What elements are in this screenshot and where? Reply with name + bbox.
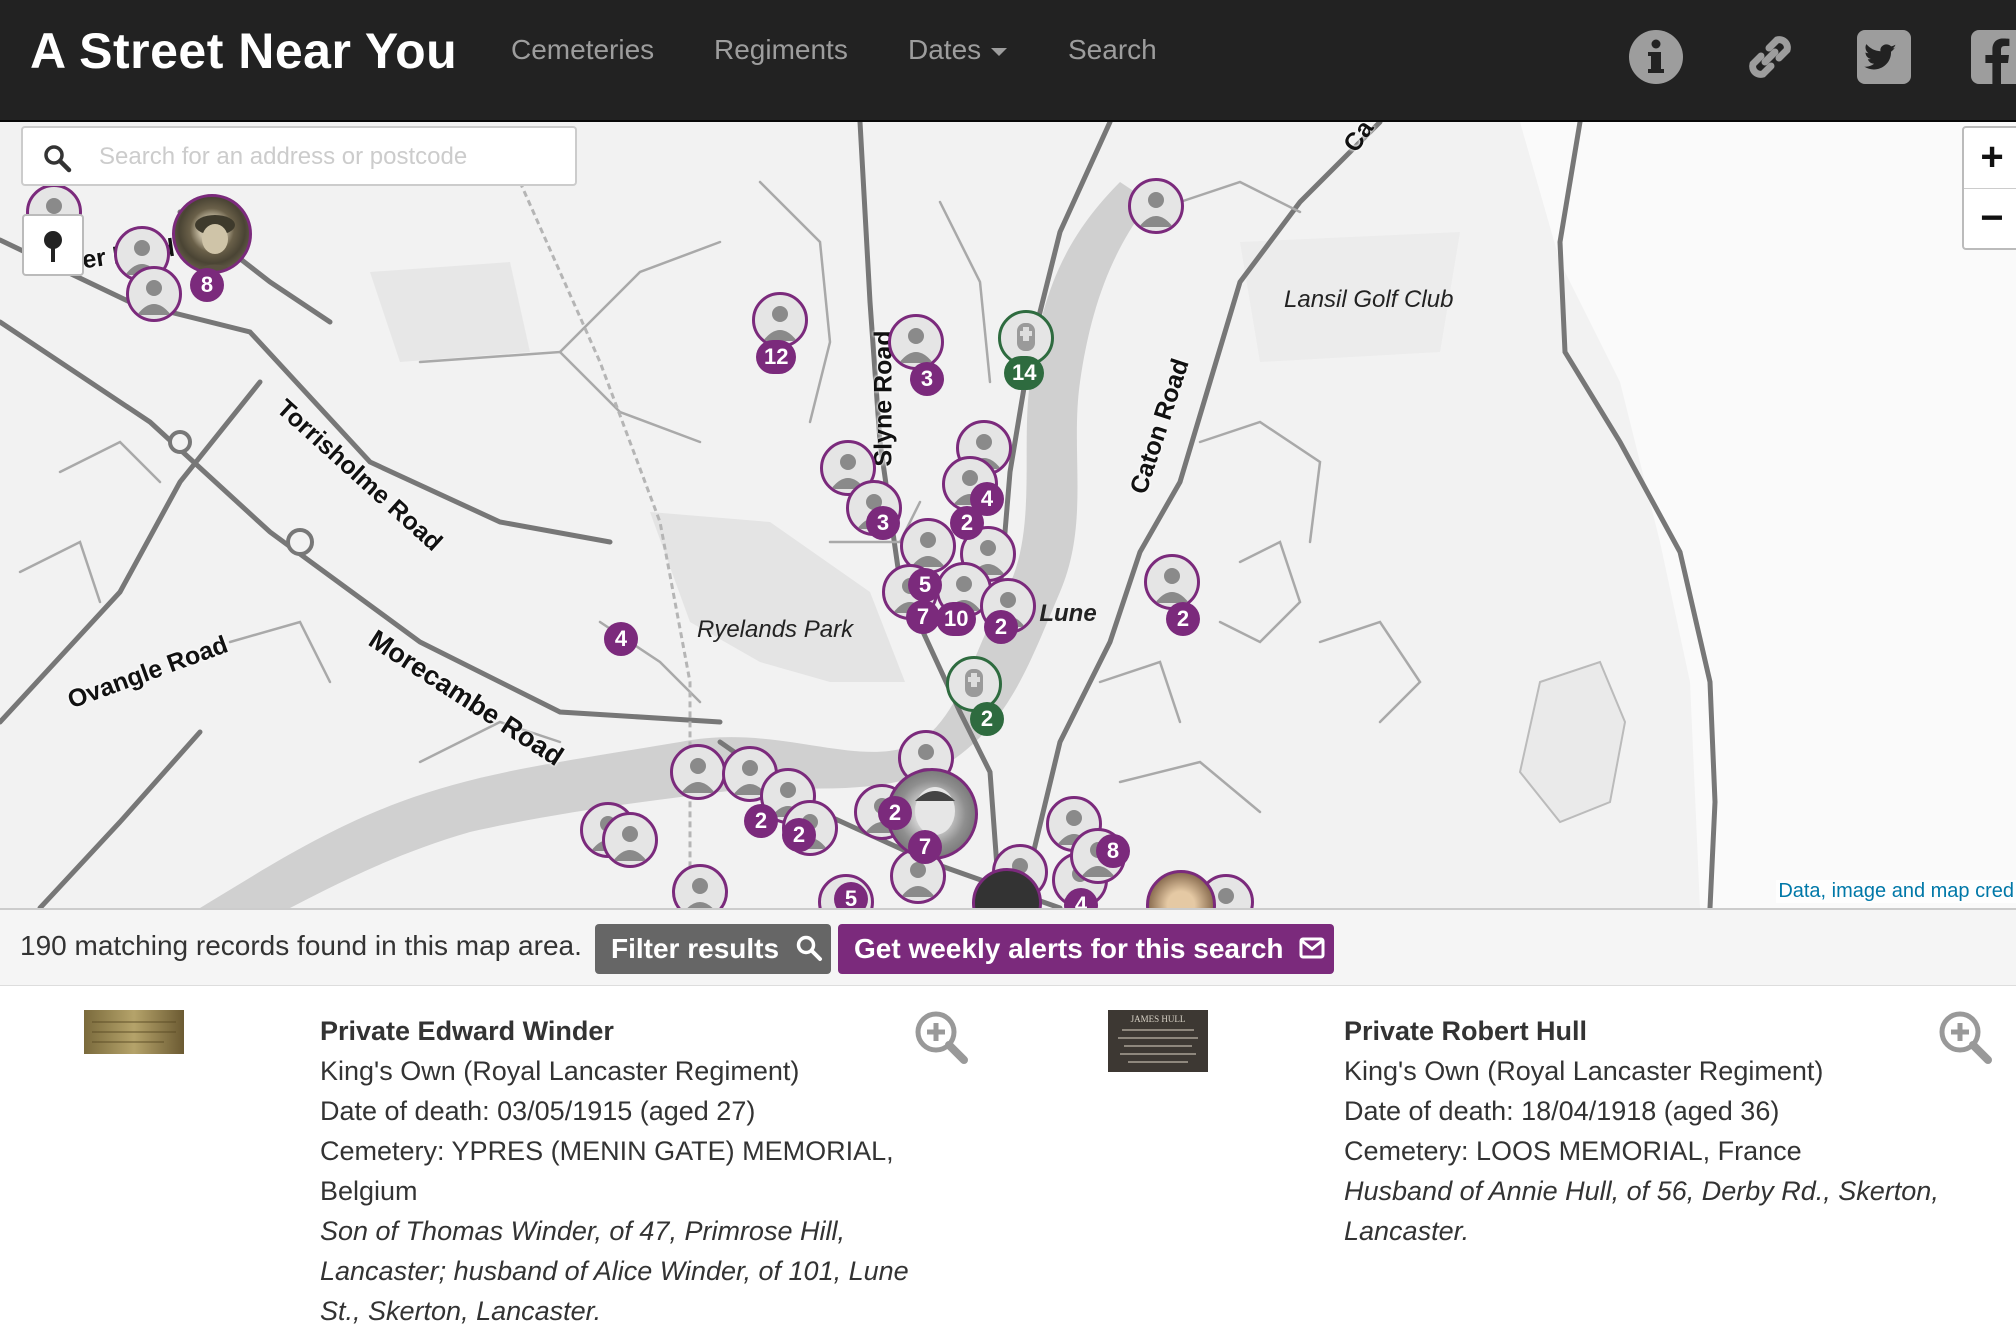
soldier-marker[interactable]	[888, 314, 944, 370]
record-cemetery: Cemetery: LOOS MEMORIAL, France	[1344, 1136, 1802, 1166]
headstone-thumbnail[interactable]: JAMES HULL	[1108, 1010, 1208, 1072]
navbar: A Street Near You Cemeteries Regiments D…	[0, 0, 2016, 122]
cluster-count-badge[interactable]: 12	[756, 340, 797, 374]
record-family-note: St., Skerton, Lancaster.	[320, 1296, 602, 1326]
filter-results-label: Filter results	[611, 933, 780, 964]
cluster-count-badge[interactable]: 2	[782, 818, 816, 852]
headstone-thumbnail[interactable]	[84, 1010, 184, 1054]
results-count: 190 matching records found in this map a…	[20, 930, 582, 961]
cluster-count-badge[interactable]: 5	[908, 568, 942, 602]
soldier-marker[interactable]	[670, 744, 726, 800]
cluster-count-badge[interactable]: 7	[906, 600, 940, 634]
headstone-inscription: JAMES HULL	[1131, 1014, 1186, 1024]
weekly-alerts-button[interactable]: Get weekly alerts for this search	[838, 924, 1334, 974]
cluster-count-badge[interactable]: 2	[984, 610, 1018, 644]
cluster-count-badge[interactable]: 2	[970, 702, 1004, 736]
envelope-icon	[1299, 937, 1325, 959]
info-icon[interactable]	[1627, 28, 1685, 86]
weekly-alerts-label: Get weekly alerts for this search	[854, 933, 1284, 964]
cluster-count-badge[interactable]: 4	[604, 622, 638, 656]
record-regiment: King's Own (Royal Lancaster Regiment)	[320, 1056, 800, 1086]
zoom-control: + −	[1962, 126, 2016, 250]
soldier-marker[interactable]	[672, 864, 728, 908]
cluster-count-badge[interactable]: 2	[1166, 602, 1200, 636]
caret-down-icon	[991, 47, 1008, 56]
record-death-date: Date of death: 18/04/1918 (aged 36)	[1344, 1096, 1780, 1126]
map-pin-icon	[44, 231, 62, 262]
record-name[interactable]: Private Robert Hull	[1344, 1016, 1587, 1047]
place-label-ryelands-park: Ryelands Park	[697, 616, 854, 643]
soldier-portrait-marker[interactable]	[172, 194, 252, 274]
record-family-note: Lancaster; husband of Alice Winder, of 1…	[320, 1256, 909, 1286]
cluster-count-badge[interactable]: 8	[190, 268, 224, 302]
cluster-count-badge[interactable]: 3	[910, 362, 944, 396]
locate-me-button[interactable]	[22, 214, 84, 276]
twitter-icon[interactable]	[1855, 28, 1913, 86]
cluster-count-badge[interactable]: 8	[1096, 834, 1130, 868]
link-icon[interactable]	[1741, 28, 1799, 86]
record-family-note: Lancaster.	[1344, 1216, 1470, 1246]
cluster-count-badge[interactable]: 10	[936, 602, 977, 636]
zoom-to-record-icon[interactable]	[912, 1008, 970, 1066]
soldier-marker[interactable]	[126, 266, 182, 322]
address-search-box	[21, 126, 577, 186]
nav-link-search[interactable]: Search	[1068, 34, 1157, 66]
record-name[interactable]: Private Edward Winder	[320, 1016, 614, 1047]
map-credit-link[interactable]: Data, image and map cred	[1776, 880, 2016, 903]
zoom-to-record-icon[interactable]	[1936, 1008, 1994, 1066]
nav-dates-label: Dates	[908, 34, 982, 65]
search-icon	[796, 935, 822, 962]
results-bar: 190 matching records found in this map a…	[0, 908, 2016, 986]
record-cemetery-country: Belgium	[320, 1176, 418, 1206]
zoom-out-button[interactable]: −	[1964, 189, 2016, 249]
record-death-date: Date of death: 03/05/1915 (aged 27)	[320, 1096, 756, 1126]
place-label-lansil-golf-club: Lansil Golf Club	[1284, 286, 1454, 313]
map-basemap	[0, 122, 2016, 908]
record-family-note: Son of Thomas Winder, of 47, Primrose Hi…	[320, 1216, 845, 1246]
facebook-icon[interactable]	[1969, 28, 2016, 86]
zoom-in-button[interactable]: +	[1964, 128, 2016, 189]
site-brand[interactable]: A Street Near You	[30, 22, 457, 80]
cluster-count-badge[interactable]: 7	[908, 830, 942, 864]
cluster-count-badge[interactable]: 2	[950, 506, 984, 540]
record-regiment: King's Own (Royal Lancaster Regiment)	[1344, 1056, 1824, 1086]
cluster-count-badge[interactable]: 2	[878, 796, 912, 830]
nav-link-regiments[interactable]: Regiments	[714, 34, 848, 66]
nav-dropdown-dates[interactable]: Dates	[908, 34, 1008, 66]
soldier-marker[interactable]	[1144, 554, 1200, 610]
cluster-count-badge[interactable]: 14	[1004, 356, 1045, 390]
address-search-input[interactable]	[97, 138, 561, 176]
soldier-marker[interactable]	[1128, 178, 1184, 234]
filter-results-button[interactable]: Filter results	[595, 924, 831, 974]
record-family-note: Husband of Annie Hull, of 56, Derby Rd.,…	[1344, 1176, 1939, 1206]
cluster-count-badge[interactable]: 3	[866, 506, 900, 540]
nav-link-cemeteries[interactable]: Cemeteries	[511, 34, 654, 66]
cluster-count-badge[interactable]: 2	[744, 804, 778, 838]
record-cemetery: Cemetery: YPRES (MENIN GATE) MEMORIAL,	[320, 1136, 894, 1166]
soldier-marker[interactable]	[602, 812, 658, 868]
cluster-count-badge[interactable]: 5	[834, 882, 868, 908]
map-area[interactable]: Lansil Golf Club Ryelands Park er Lune C…	[0, 122, 2016, 908]
search-icon	[44, 145, 72, 173]
